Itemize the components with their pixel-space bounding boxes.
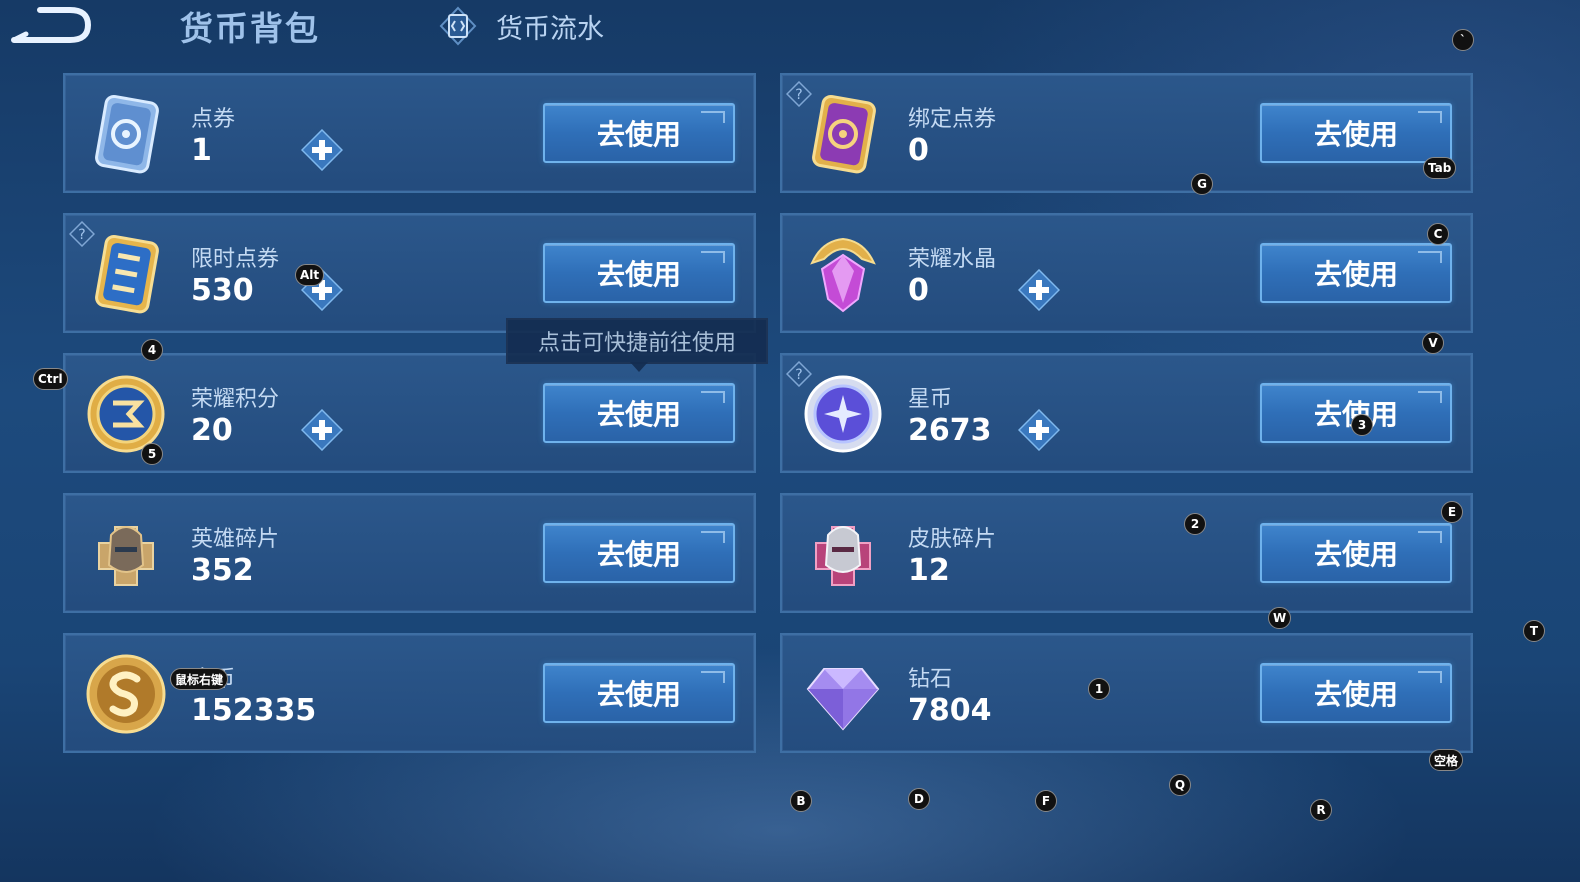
hotkey-badge: C xyxy=(1427,223,1449,245)
hotkey-badge: Tab xyxy=(1423,157,1457,179)
currency-card-star-coin: ? 星币 2673 去使用 xyxy=(780,353,1473,473)
currency-card-hero-fragment: 英雄碎片 352 去使用 xyxy=(63,493,756,613)
use-button[interactable]: 去使用 xyxy=(543,103,735,163)
hotkey-badge: T xyxy=(1523,620,1545,642)
currency-value: 20 xyxy=(191,413,233,448)
currency-flow-icon xyxy=(439,6,477,46)
currency-name: 限时点券 xyxy=(191,247,280,272)
glory-crystal-icon xyxy=(810,237,876,313)
use-button[interactable]: 去使用 xyxy=(1260,523,1452,583)
hotkey-badge: F xyxy=(1035,790,1057,812)
currency-card-diamond: 钻石 7804 去使用 xyxy=(780,633,1473,753)
add-plus-icon[interactable] xyxy=(301,129,343,171)
diamond-icon xyxy=(806,668,880,731)
hotkey-badge: W xyxy=(1268,607,1292,629)
currency-name: 绑定点券 xyxy=(908,107,997,132)
currency-value: 530 xyxy=(191,273,254,308)
hotkey-badge: 鼠标右键 xyxy=(170,668,229,690)
currency-card-ticket: 点券 1 去使用 xyxy=(63,73,756,193)
currency-value: 12 xyxy=(908,553,950,588)
hotkey-badge: R xyxy=(1310,799,1332,821)
hotkey-badge: D xyxy=(908,788,930,810)
hotkey-badge: E xyxy=(1441,501,1463,523)
page-title: 货币背包 xyxy=(180,9,320,48)
currency-card-limited-ticket: ? 限时点券 530 去使用 xyxy=(63,213,756,333)
add-plus-icon[interactable] xyxy=(1018,409,1060,451)
currency-card-glory-crystal: 荣耀水晶 0 去使用 xyxy=(780,213,1473,333)
hotkey-badge: 4 xyxy=(141,339,163,361)
currency-value: 7804 xyxy=(908,693,992,728)
ticket-icon xyxy=(95,94,159,174)
use-button[interactable]: 去使用 xyxy=(543,663,735,723)
currency-card-glory-points: 荣耀积分 20 去使用 xyxy=(63,353,756,473)
hotkey-badge: 5 xyxy=(141,443,163,465)
use-button[interactable]: 去使用 xyxy=(543,243,735,303)
hotkey-badge: Q xyxy=(1169,774,1191,796)
hotkey-badge: ` xyxy=(1452,29,1474,51)
hotkey-badge: 3 xyxy=(1351,414,1373,436)
currency-value: 352 xyxy=(191,553,254,588)
hotkey-badge: V xyxy=(1422,332,1444,354)
currency-value: 152335 xyxy=(191,693,317,728)
star-coin-icon xyxy=(804,375,882,453)
currency-card-skin-fragment: 皮肤碎片 12 去使用 xyxy=(780,493,1473,613)
hero-fragment-icon xyxy=(98,526,154,586)
currency-value: 0 xyxy=(908,133,929,168)
use-button[interactable]: 去使用 xyxy=(543,383,735,443)
tab-currency-flow[interactable]: 货币流水 xyxy=(438,4,604,48)
back-arrow-icon xyxy=(11,7,92,43)
currency-name: 英雄碎片 xyxy=(191,527,280,552)
shortcut-tooltip: 点击可快捷前往使用 xyxy=(506,318,768,372)
use-button[interactable]: 去使用 xyxy=(1260,103,1452,163)
bound-ticket-icon xyxy=(812,94,876,174)
back-button[interactable] xyxy=(10,4,92,44)
add-plus-icon[interactable] xyxy=(1018,269,1060,311)
currency-name: 点券 xyxy=(191,107,236,132)
hotkey-badge: G xyxy=(1191,173,1213,195)
currency-name: 荣耀积分 xyxy=(191,387,280,412)
currency-card-bound-ticket: ? 绑定点券 0 去使用 xyxy=(780,73,1473,193)
hotkey-badge: 空格 xyxy=(1429,749,1464,771)
currency-name: 荣耀水晶 xyxy=(908,247,997,272)
currency-name: 皮肤碎片 xyxy=(908,527,997,552)
currency-name: 钻石 xyxy=(908,667,953,692)
tab-currency-flow-label: 货币流水 xyxy=(496,13,604,45)
currency-value: 1 xyxy=(191,133,212,168)
hotkey-badge: B xyxy=(790,790,812,812)
hotkey-badge: Alt xyxy=(295,264,325,286)
currency-value: 2673 xyxy=(908,413,992,448)
currency-value: 0 xyxy=(908,273,929,308)
currency-card-gold-coin: 金币 152335 去使用 xyxy=(63,633,756,753)
add-plus-icon[interactable] xyxy=(301,409,343,451)
hotkey-badge: 1 xyxy=(1088,678,1110,700)
use-button[interactable]: 去使用 xyxy=(543,523,735,583)
use-button[interactable]: 去使用 xyxy=(1260,243,1452,303)
limited-ticket-icon xyxy=(95,234,159,314)
hotkey-badge: Ctrl xyxy=(33,368,68,390)
use-button[interactable]: 去使用 xyxy=(1260,663,1452,723)
currency-name: 星币 xyxy=(908,387,953,412)
gold-coin-icon xyxy=(86,654,166,734)
hotkey-badge: 2 xyxy=(1184,513,1206,535)
skin-fragment-icon xyxy=(815,526,871,586)
